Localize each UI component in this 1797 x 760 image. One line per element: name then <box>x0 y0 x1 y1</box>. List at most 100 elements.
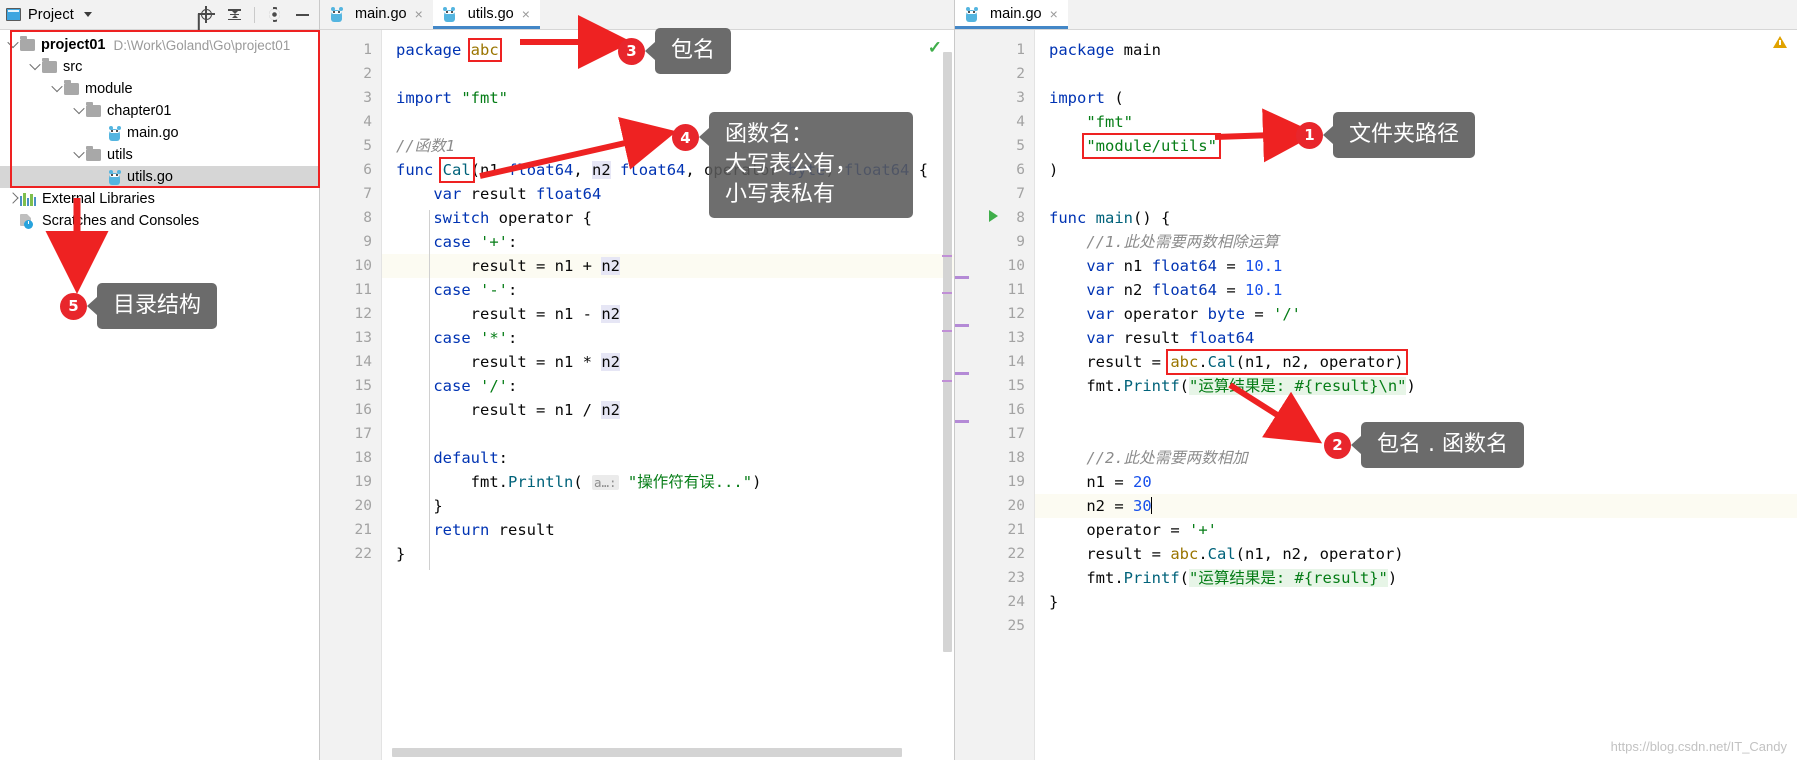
line-number: 16 <box>1007 402 1025 418</box>
project-panel-header: Project <box>0 0 319 30</box>
line-number: 16 <box>354 402 372 418</box>
line-number: 11 <box>1007 282 1025 298</box>
project-panel-title: Project <box>28 6 74 23</box>
callout-notch <box>87 297 97 315</box>
line-number: 12 <box>1007 306 1025 322</box>
line-number: 1 <box>1016 42 1025 58</box>
tab-utils-go[interactable]: utils.go × <box>432 0 541 29</box>
locate-target-icon[interactable] <box>198 6 215 23</box>
code-line: var n2 float64 = 10.1 <box>1086 281 1283 299</box>
tab-main-go[interactable]: main.go × <box>320 0 433 29</box>
callout-notch <box>1351 436 1361 454</box>
tree-item-module[interactable]: module <box>0 78 319 100</box>
expand-arrow-icon[interactable] <box>72 146 86 161</box>
code-line: operator = '+' <box>1086 521 1217 539</box>
param-hint: a…: <box>591 475 619 490</box>
change-marker <box>942 255 952 257</box>
line-number: 21 <box>1007 522 1025 538</box>
tree-item-scratches-and-consoles[interactable]: Scratches and Consoles <box>0 210 319 232</box>
code-line: result = n1 / n2 <box>470 401 620 419</box>
tree-item-chapter01[interactable]: chapter01 <box>0 100 319 122</box>
chevron-down-icon[interactable] <box>83 12 92 17</box>
line-number: 5 <box>1016 138 1025 154</box>
line-number: 22 <box>1007 546 1025 562</box>
go-file-icon <box>443 6 456 22</box>
line-number: 14 <box>1007 354 1025 370</box>
expand-arrow-icon[interactable] <box>72 102 86 117</box>
annotation-3: 3 包名 <box>618 28 732 74</box>
change-marker <box>955 276 969 279</box>
code-line: //1.此处需要两数相除运算 <box>1086 233 1279 251</box>
line-number: 6 <box>1016 162 1025 178</box>
folder-icon <box>20 36 35 51</box>
expand-arrow-icon[interactable] <box>28 58 42 73</box>
tree-item-label: Scratches and Consoles <box>42 213 200 229</box>
code-line: result = n1 - n2 <box>470 305 620 323</box>
close-icon[interactable]: × <box>415 6 423 22</box>
vertical-scrollbar[interactable] <box>943 52 952 652</box>
tree-item-label: main.go <box>127 125 179 141</box>
line-number: 11 <box>354 282 372 298</box>
line-number: 3 <box>363 90 372 106</box>
collapse-all-icon[interactable] <box>226 6 243 23</box>
expand-arrow-icon[interactable] <box>6 191 20 205</box>
watermark: https://blog.csdn.net/IT_Candy <box>1610 739 1787 754</box>
tab-label: main.go <box>990 6 1042 22</box>
tree-item-project01[interactable]: project01 D:\Work\Goland\Go\project01 <box>0 34 319 56</box>
code-line: case '/': <box>433 377 518 395</box>
editor-tabbar-right: main.go × <box>955 0 1797 30</box>
inspection-warning-icon[interactable] <box>1773 36 1787 48</box>
expand-arrow-icon[interactable] <box>50 80 64 95</box>
tree-item-external-libraries[interactable]: External Libraries <box>0 188 319 210</box>
horizontal-scrollbar[interactable] <box>392 748 902 757</box>
line-number: 17 <box>1007 426 1025 442</box>
code-line: fmt.Println( a…: "操作符有误...") <box>470 473 762 491</box>
code-line: result = abc.Cal(n1, n2, operator) <box>1086 349 1408 375</box>
project-tree: project01 D:\Work\Goland\Go\project01 sr… <box>0 30 319 232</box>
indent-guide <box>429 210 430 570</box>
minimize-icon[interactable] <box>294 6 311 23</box>
line-number: 20 <box>354 498 372 514</box>
code-line: func main() { <box>1049 209 1171 227</box>
line-number: 13 <box>1007 330 1025 346</box>
tree-item-main-go[interactable]: main.go <box>0 122 319 144</box>
close-icon[interactable]: × <box>522 6 530 22</box>
line-number: 9 <box>363 234 372 250</box>
tree-item-utils-go[interactable]: utils.go <box>0 166 319 188</box>
project-path: D:\Work\Goland\Go\project01 <box>113 37 291 53</box>
expand-arrow-icon[interactable] <box>6 36 20 51</box>
run-gutter-icon[interactable] <box>989 210 998 222</box>
annotation-text: 文件夹路径 <box>1333 112 1476 158</box>
go-file-icon <box>108 125 121 141</box>
tab-label: main.go <box>355 6 407 22</box>
folder-icon <box>86 102 101 117</box>
go-file-icon <box>108 169 121 185</box>
line-number: 22 <box>354 546 372 562</box>
code-line: } <box>396 545 406 563</box>
tree-item-utils[interactable]: utils <box>0 144 319 166</box>
annotation-4: 4 函数名： 大写表公有， 小写表私有 <box>672 112 913 218</box>
code-line: package main <box>1049 41 1161 59</box>
tab-main-go-right[interactable]: main.go × <box>955 0 1068 29</box>
settings-gear-icon[interactable] <box>266 6 283 23</box>
code-line: ) <box>1049 161 1059 179</box>
code-line: n2 = 30 <box>1035 494 1797 518</box>
line-number: 17 <box>354 426 372 442</box>
tree-item-src[interactable]: src <box>0 56 319 78</box>
code-line: var n1 float64 = 10.1 <box>1086 257 1283 275</box>
inspection-ok-icon[interactable]: ✓ <box>928 38 942 58</box>
line-number: 13 <box>354 330 372 346</box>
close-icon[interactable]: × <box>1050 6 1058 22</box>
code-line: case '-': <box>433 281 518 299</box>
line-number: 14 <box>354 354 372 370</box>
code-line: case '*': <box>433 329 518 347</box>
folder-icon <box>86 146 101 161</box>
tree-item-label: project01 <box>41 37 106 53</box>
code-line: default: <box>433 449 508 467</box>
toolbar-divider <box>254 6 255 23</box>
code-line: n1 = 20 <box>1086 473 1152 491</box>
